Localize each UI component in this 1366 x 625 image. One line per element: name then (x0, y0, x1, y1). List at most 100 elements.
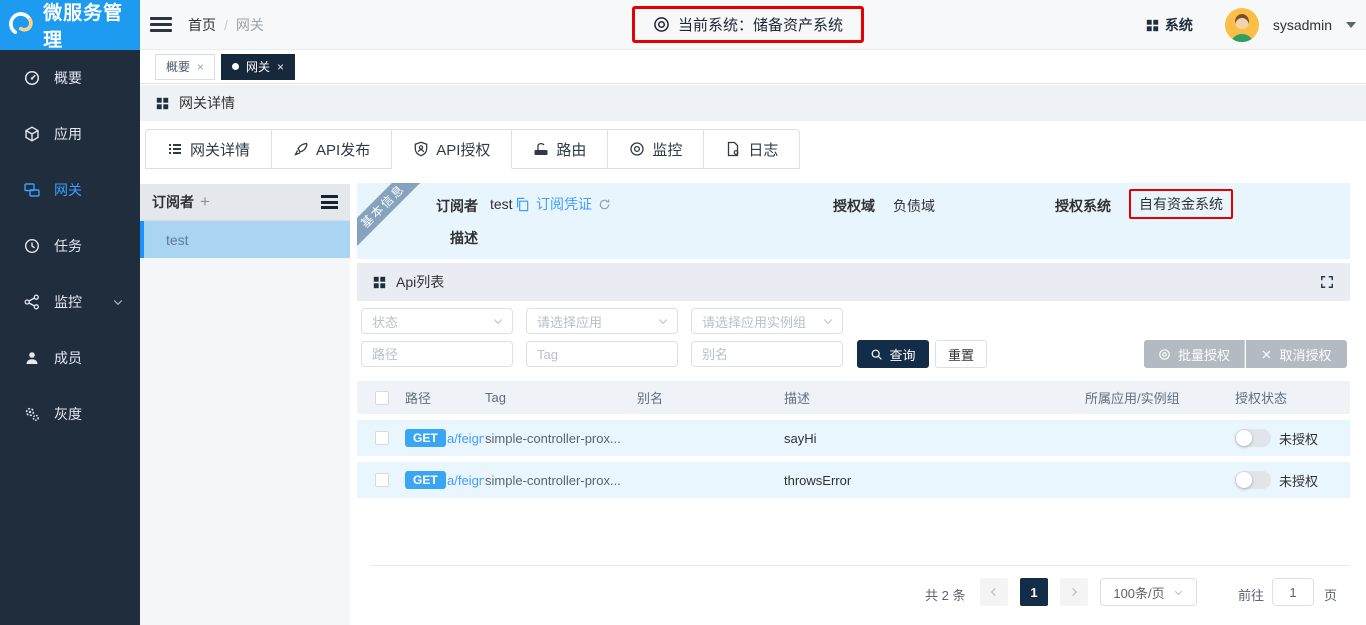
app-title: 微服务管理 (43, 0, 140, 52)
tab-api-publish[interactable]: API发布 (272, 130, 392, 169)
search-button[interactable]: 查询 (857, 340, 929, 368)
auth-toggle[interactable] (1235, 471, 1271, 489)
sidebar: 概要 应用 网关 任务 监控 (0, 50, 140, 625)
sidebar-label: 应用 (54, 124, 82, 144)
path-input[interactable] (361, 341, 513, 367)
close-icon[interactable]: × (197, 60, 204, 74)
chevron-left-icon (988, 586, 1000, 598)
rocket-icon (293, 141, 309, 157)
tab-monitor[interactable]: 监控 (608, 130, 704, 169)
tab-logs[interactable]: 日志 (704, 130, 799, 169)
goto-page-input[interactable] (1272, 578, 1314, 606)
goto-label: 前往 (1238, 585, 1264, 604)
prev-page-button[interactable] (980, 578, 1008, 606)
chevron-down-icon (1173, 587, 1184, 598)
refresh-icon[interactable] (598, 198, 611, 211)
tab-label: 路由 (556, 139, 586, 160)
grid-icon (373, 276, 386, 289)
row-checkbox[interactable] (375, 473, 389, 487)
gray-gears-icon (24, 406, 40, 422)
search-icon (870, 348, 883, 361)
topbar: 微服务管理 首页 / 网关 当前系统：储备资产系统 系统 sysadmin (0, 0, 1366, 50)
breadcrumb-current: 网关 (236, 15, 264, 35)
close-icon[interactable]: × (277, 60, 284, 74)
auth-system-value: 自有资金系统 (1129, 189, 1233, 219)
status-select[interactable]: 状态 (361, 308, 513, 334)
avatar[interactable] (1225, 8, 1259, 42)
eye-icon (629, 141, 645, 157)
tab-label: 网关 (246, 58, 270, 75)
ribbon-wrap: 基本信息 (357, 183, 421, 247)
api-list-header: Api列表 (357, 263, 1350, 301)
subscriber-name: test (166, 232, 189, 248)
page-unit-label: 页 (1324, 585, 1337, 604)
sidebar-item-grayscale[interactable]: 灰度 (0, 386, 140, 442)
detail-tabs: 网关详情 API发布 API授权 路由 监控 (145, 129, 800, 169)
system-menu[interactable]: 系统 (1146, 15, 1193, 35)
topbar-right: 系统 sysadmin (1146, 0, 1356, 50)
alias-input[interactable] (691, 341, 843, 367)
tag-input[interactable] (526, 341, 678, 367)
next-page-button[interactable] (1060, 578, 1088, 606)
sidebar-item-gateway[interactable]: 网关 (0, 162, 140, 218)
api-path-link[interactable]: a/feign (447, 431, 484, 446)
sidebar-item-overview[interactable]: 概要 (0, 50, 140, 106)
grid-icon (1146, 19, 1159, 32)
sidebar-item-members[interactable]: 成员 (0, 330, 140, 386)
basic-info-ribbon: 基本信息 (357, 183, 421, 247)
table-row: GET a/feign simple-controller-prox... sa… (357, 420, 1350, 456)
batch-authorize-button[interactable]: 批量授权 (1144, 340, 1245, 368)
filter-row-1: 状态 请选择应用 请选择应用实例组 (357, 308, 1350, 336)
sidebar-label: 任务 (54, 236, 82, 256)
grid-icon (156, 97, 169, 110)
credential-label[interactable]: 订阅凭证 (536, 194, 592, 214)
tab-overview[interactable]: 概要 × (155, 54, 215, 80)
page-size-select[interactable]: 100条/页 (1100, 578, 1197, 606)
fullscreen-icon[interactable] (1320, 275, 1334, 289)
tab-gateway[interactable]: 网关 × (221, 54, 295, 80)
api-path-link[interactable]: a/feign (447, 473, 484, 488)
copy-icon[interactable] (515, 197, 530, 212)
tab-api-auth[interactable]: API授权 (392, 130, 512, 169)
add-subscriber-button[interactable]: + (200, 192, 210, 212)
auth-status-text: 未授权 (1279, 462, 1318, 498)
current-system-chip[interactable]: 当前系统：储备资产系统 (632, 6, 864, 43)
sidebar-item-apps[interactable]: 应用 (0, 106, 140, 162)
auth-status-text: 未授权 (1279, 420, 1318, 456)
sidebar-label: 监控 (54, 292, 82, 312)
subscriber-menu-icon[interactable] (321, 193, 338, 212)
user-caret-down-icon[interactable] (1346, 22, 1356, 28)
current-page-button[interactable]: 1 (1020, 578, 1048, 606)
api-list-title: Api列表 (396, 272, 444, 292)
sidebar-label: 灰度 (54, 404, 82, 424)
auth-toggle[interactable] (1235, 429, 1271, 447)
menu-toggle-icon[interactable] (150, 14, 172, 36)
row-checkbox[interactable] (375, 431, 389, 445)
chevron-down-icon (822, 315, 834, 327)
api-tag: simple-controller-prox... (485, 420, 621, 456)
app-select[interactable]: 请选择应用 (526, 308, 678, 334)
sidebar-item-tasks[interactable]: 任务 (0, 218, 140, 274)
active-tab-dot (232, 63, 239, 70)
app-cube-icon (24, 126, 40, 142)
subscription-credential-link[interactable]: 订阅凭证 (515, 194, 611, 214)
instance-group-select[interactable]: 请选择应用实例组 (691, 308, 843, 334)
subscriber-panel: 订阅者 + test (140, 184, 350, 625)
subscriber-list-item[interactable]: test (140, 221, 350, 258)
monitor-share-icon (24, 294, 40, 310)
table-row: GET a/feign simple-controller-prox... th… (357, 462, 1350, 498)
select-all-checkbox[interactable] (375, 391, 389, 405)
current-system-text: 当前系统：储备资产系统 (678, 14, 843, 35)
breadcrumb-home[interactable]: 首页 (188, 15, 216, 35)
x-icon (1261, 349, 1272, 360)
member-icon (24, 350, 40, 366)
tab-label: 网关详情 (190, 139, 250, 160)
col-alias: 别名 (637, 381, 663, 414)
pagination: 共 2 条 1 100条/页 前往 页 (357, 578, 1350, 608)
subscriber-field-label: 订阅者 (430, 196, 478, 216)
cancel-authorize-button[interactable]: 取消授权 (1246, 340, 1347, 368)
tab-gateway-detail[interactable]: 网关详情 (146, 130, 272, 169)
sidebar-item-monitor[interactable]: 监控 (0, 274, 140, 330)
reset-button[interactable]: 重置 (935, 340, 987, 368)
tab-route[interactable]: 路由 (512, 130, 608, 169)
